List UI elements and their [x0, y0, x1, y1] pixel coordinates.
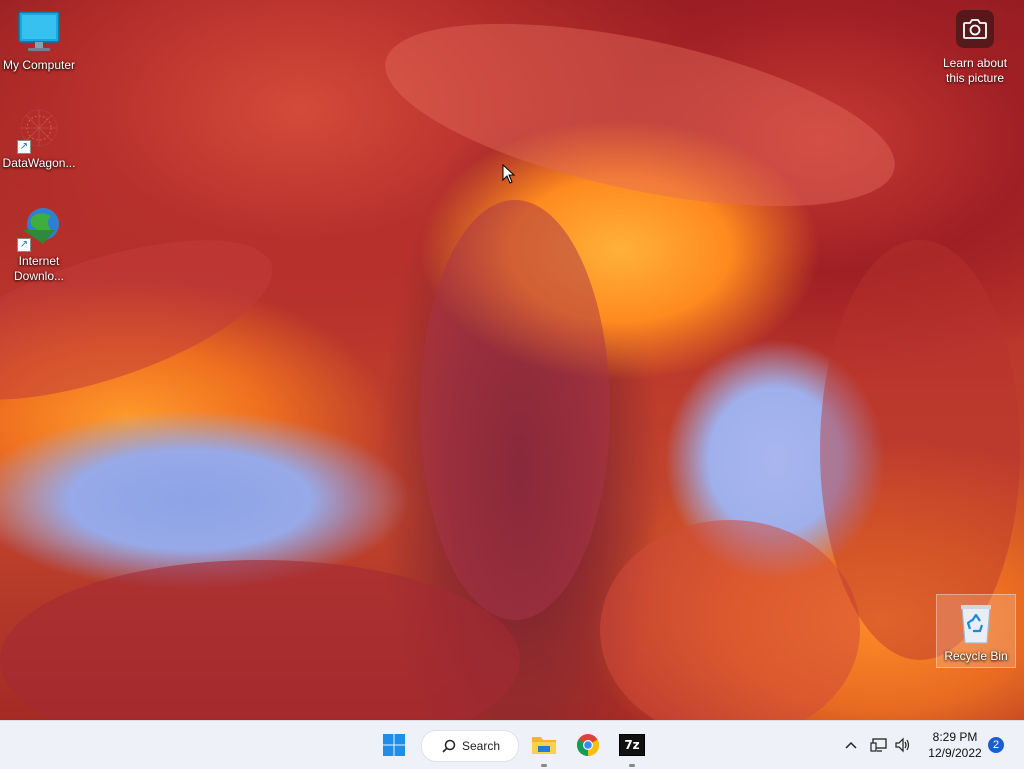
start-button[interactable]: [378, 729, 410, 761]
network-icon: [870, 738, 887, 752]
network-status-button[interactable]: [868, 729, 890, 761]
camera-icon: [956, 10, 994, 48]
wallpaper-swirl: [420, 200, 610, 620]
speaker-icon: [895, 737, 910, 753]
desktop-icon-recycle-bin[interactable]: Recycle Bin: [936, 594, 1016, 668]
monitor-icon: [15, 8, 63, 56]
taskbar-file-explorer[interactable]: [528, 729, 560, 767]
desktop-icon-internet-download-manager[interactable]: ↗ Internet Downlo...: [0, 204, 78, 284]
chevron-up-icon: [845, 741, 857, 749]
search-label: Search: [462, 739, 501, 753]
shortcut-arrow-icon: ↗: [17, 140, 31, 154]
wallpaper-swirl: [370, 0, 910, 243]
chrome-icon: [577, 734, 599, 756]
clock-button[interactable]: 8:29 PM 12/9/2022: [920, 729, 990, 761]
taskbar-chrome[interactable]: [572, 729, 604, 761]
desktop-icon-my-computer[interactable]: My Computer: [0, 8, 78, 73]
desktop-icon-label: DataWagon...: [2, 156, 76, 170]
taskbar-search-button[interactable]: Search: [421, 730, 519, 762]
wallpaper-swirl: [600, 520, 860, 720]
mouse-cursor-icon: [502, 163, 516, 189]
shortcut-arrow-icon: ↗: [17, 238, 31, 252]
internet-download-manager-icon: ↗: [15, 204, 63, 252]
taskbar-7zip[interactable]: 7z: [616, 729, 648, 767]
desktop-icon-label: My Computer: [2, 58, 76, 72]
running-indicator: [629, 764, 635, 767]
desktop-wallpaper: My Computer ↗ DataWagon... ↗ Internet Do…: [0, 0, 1024, 720]
datawagon-icon: ↗: [15, 106, 63, 154]
show-hidden-icons-button[interactable]: [840, 729, 862, 761]
wallpaper-swirl: [0, 560, 520, 720]
learn-about-picture-label: Learn about this picture: [942, 56, 1008, 85]
recycle-bin-icon: [952, 599, 1000, 647]
running-indicator: [541, 764, 547, 767]
taskbar: Search 7z 8:29 PM 12/9/2022 2: [0, 720, 1024, 769]
windows-start-icon: [383, 734, 405, 756]
7zip-icon: 7z: [619, 734, 645, 756]
clock-date: 12/9/2022: [928, 746, 982, 760]
desktop-icon-datawagon[interactable]: ↗ DataWagon...: [0, 106, 78, 171]
clock-time: 8:29 PM: [932, 730, 978, 744]
search-icon: [442, 739, 456, 753]
volume-button[interactable]: [892, 729, 914, 761]
folder-icon: [532, 737, 556, 754]
notification-badge[interactable]: 2: [988, 737, 1004, 753]
desktop-icon-label: Internet Downlo...: [13, 254, 65, 283]
desktop-icon-label: Recycle Bin: [944, 649, 1008, 663]
learn-about-picture-button[interactable]: Learn about this picture: [930, 10, 1020, 86]
